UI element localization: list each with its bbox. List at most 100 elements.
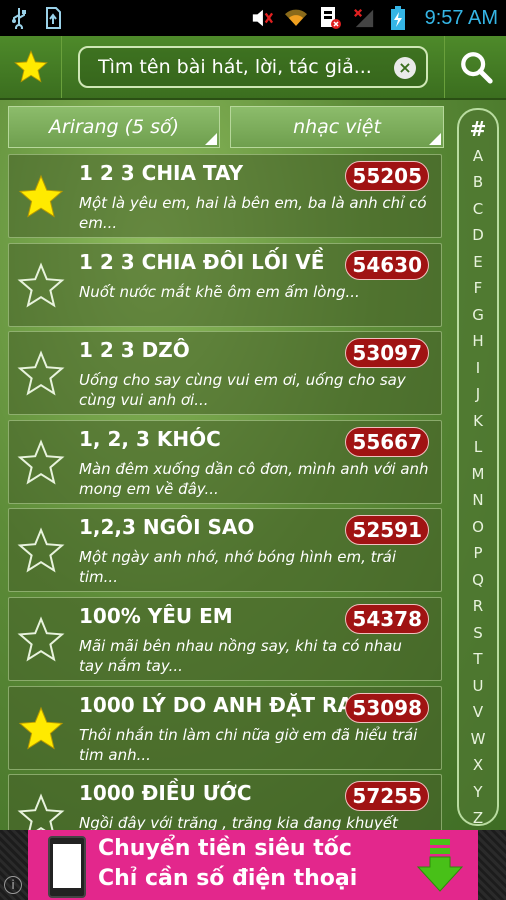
song-title: 1 2 3 DZÔ <box>79 338 190 363</box>
song-row[interactable]: 1, 2, 3 KHÓC 55667 Màn đêm xuống dần cô đơ… <box>8 419 442 504</box>
song-row[interactable]: 1000 LÝ DO ANH ĐẶT RA 53098 Thôi nhắn tin … <box>8 685 442 770</box>
song-code-badge: 53097 <box>345 338 429 369</box>
download-arrow-icon <box>412 836 468 894</box>
alphabet-index-letter[interactable]: S <box>473 620 483 647</box>
star-outline-icon[interactable] <box>15 791 67 830</box>
song-lyric: Ngồi đây với trăng , trăng kia đang khuy… <box>79 814 398 830</box>
alphabet-index-letter[interactable]: N <box>472 487 483 514</box>
search-button[interactable] <box>444 36 506 98</box>
star-filled-icon[interactable] <box>15 171 67 223</box>
source-dropdown-label: Arirang (5 số) <box>48 116 180 138</box>
phone-image <box>48 836 86 898</box>
dropdown-corner-icon <box>205 133 217 145</box>
song-lyric: Uống cho say cùng vui em ơi, uống cho sa… <box>79 371 406 410</box>
mute-icon <box>251 7 273 29</box>
genre-dropdown[interactable]: nhạc việt <box>230 106 444 148</box>
sim-icon <box>319 7 341 29</box>
song-code-badge: 54378 <box>345 604 429 634</box>
alphabet-index-letter[interactable]: P <box>473 540 482 567</box>
alphabet-index-letter[interactable]: J <box>476 381 480 408</box>
clear-search-button[interactable]: × <box>394 57 416 79</box>
ad-info-icon[interactable]: i <box>4 876 22 894</box>
song-lyric: Mãi mãi bên nhau nồng say, khi ta có nha… <box>79 637 402 675</box>
alphabet-index-letter[interactable]: T <box>473 646 482 673</box>
song-row[interactable]: 100% YÊU EM 54378 Mãi mãi bên nhau nồng sa… <box>8 597 442 681</box>
song-title: 1,2,3 NGÔI SAO <box>79 515 255 540</box>
song-code-badge: 53098 <box>345 692 429 723</box>
star-outline-icon[interactable] <box>15 614 67 666</box>
star-outline-icon[interactable] <box>15 348 67 400</box>
wifi-icon <box>284 7 307 29</box>
dropdown-corner-icon <box>429 133 441 145</box>
song-code-badge: 57255 <box>345 781 429 812</box>
alphabet-index-letter[interactable]: M <box>472 461 485 488</box>
star-outline-icon[interactable] <box>15 260 67 312</box>
star-icon <box>13 50 48 83</box>
alphabet-index-letter[interactable]: K <box>473 408 483 435</box>
source-dropdown[interactable]: Arirang (5 số) <box>8 106 220 148</box>
song-row[interactable]: 1,2,3 NGÔI SAO 52591 Một ngày anh nhớ, nhớ… <box>8 508 442 593</box>
alphabet-index-letter[interactable]: A <box>473 143 483 170</box>
ad-bar: i Chuyển tiền siêu tốc Chỉ cần số điện t… <box>0 830 506 900</box>
star-filled-icon[interactable] <box>15 703 67 755</box>
song-lyric: Một là yêu em, hai là bên em, ba là anh … <box>79 194 427 232</box>
alphabet-index-letter[interactable]: V <box>473 699 483 726</box>
song-list-panel: Arirang (5 số) nhạc việt 1 2 3 CHIA TAY 5… <box>0 100 506 830</box>
sd-card-icon <box>42 7 64 29</box>
song-lyric: Nuốt nước mắt khẽ ôm em ấm lòng... <box>79 282 360 301</box>
song-title: 1000 LÝ DO ANH ĐẶT RA <box>79 692 353 717</box>
usb-icon <box>8 7 30 29</box>
genre-dropdown-label: nhạc việt <box>293 116 381 138</box>
song-lyric: Một ngày anh nhớ, nhớ bóng hình em, trái… <box>79 548 397 587</box>
alphabet-index-letter[interactable]: W <box>471 726 486 753</box>
alphabet-index[interactable]: # A B C D E F G H I J K L M N O P Q R S T U V W X Y Z <box>457 108 499 827</box>
alphabet-index-letter[interactable]: F <box>474 275 483 302</box>
alphabet-index-letter[interactable]: E <box>473 249 482 276</box>
ad-subline: Chỉ cần số điện thoại <box>98 866 358 891</box>
song-list: 1 2 3 CHIA TAY 55205 Một là yêu em, hai là… <box>8 154 444 830</box>
alphabet-index-letter[interactable]: U <box>473 673 484 700</box>
song-title: 1, 2, 3 KHÓC <box>79 426 221 451</box>
clock-time: 9:57 AM <box>424 6 498 29</box>
alphabet-index-letter[interactable]: Z <box>473 805 483 832</box>
song-row[interactable]: 1 2 3 CHIA TAY 55205 Một là yêu em, hai là… <box>8 154 442 238</box>
song-code-badge: 55667 <box>345 426 429 457</box>
alphabet-index-letter[interactable]: Y <box>473 779 482 806</box>
alphabet-index-letter[interactable]: D <box>472 222 484 249</box>
alphabet-index-letter[interactable]: L <box>474 434 482 461</box>
song-code-badge: 55205 <box>345 161 429 191</box>
song-code-badge: 54630 <box>345 249 429 280</box>
song-row[interactable]: 1 2 3 DZÔ 53097 Uống cho say cùng vui em ơ… <box>8 331 442 416</box>
search-field[interactable]: Tìm tên bài hát, lời, tác giả... × <box>78 46 428 88</box>
alphabet-index-letter[interactable]: I <box>476 355 480 382</box>
alphabet-index-letter[interactable]: H <box>472 328 483 355</box>
alphabet-index-letter[interactable]: Q <box>472 567 484 594</box>
song-lyric: Thôi nhắn tin làm chi nữa giờ em đã hiểu… <box>79 725 418 764</box>
alphabet-index-letter[interactable]: C <box>473 196 483 223</box>
alphabet-index-letter[interactable]: R <box>473 593 483 620</box>
alphabet-index-letter[interactable]: G <box>472 302 484 329</box>
song-code-badge: 52591 <box>345 515 429 546</box>
alphabet-index-letter[interactable]: X <box>473 752 483 779</box>
status-bar: 9:57 AM <box>0 0 506 36</box>
ad-headline: Chuyển tiền siêu tốc <box>98 836 352 861</box>
favorites-button[interactable] <box>0 36 62 98</box>
search-icon <box>460 52 493 84</box>
alphabet-index-letter[interactable]: # <box>470 116 487 143</box>
ad-banner[interactable]: Chuyển tiền siêu tốc Chỉ cần số điện tho… <box>28 830 478 900</box>
song-title: 1 2 3 CHIA TAY <box>79 161 244 185</box>
alphabet-index-letter[interactable]: B <box>473 169 483 196</box>
song-lyric: Màn đêm xuống dần cô đơn, mình anh với a… <box>79 459 429 498</box>
song-row[interactable]: 1 2 3 CHIA ĐÔI LỐI VỀ 54630 Nuốt nước mắt … <box>8 242 442 327</box>
no-signal-icon <box>353 7 375 29</box>
star-outline-icon[interactable] <box>15 525 67 577</box>
battery-charging-icon <box>387 6 409 30</box>
star-outline-icon[interactable] <box>15 437 67 489</box>
song-title: 1000 ĐIỀU ƯỚC <box>79 781 252 806</box>
alphabet-index-letter[interactable]: O <box>472 514 484 541</box>
search-input[interactable]: Tìm tên bài hát, lời, tác giả... <box>98 56 388 78</box>
song-title: 1 2 3 CHIA ĐÔI LỐI VỀ <box>79 249 325 274</box>
filter-bar: Arirang (5 số) nhạc việt <box>8 106 444 148</box>
song-row[interactable]: 1000 ĐIỀU ƯỚC 57255 Ngồi đây với trăng , t… <box>8 774 442 830</box>
toolbar: Tìm tên bài hát, lời, tác giả... × <box>0 36 506 100</box>
